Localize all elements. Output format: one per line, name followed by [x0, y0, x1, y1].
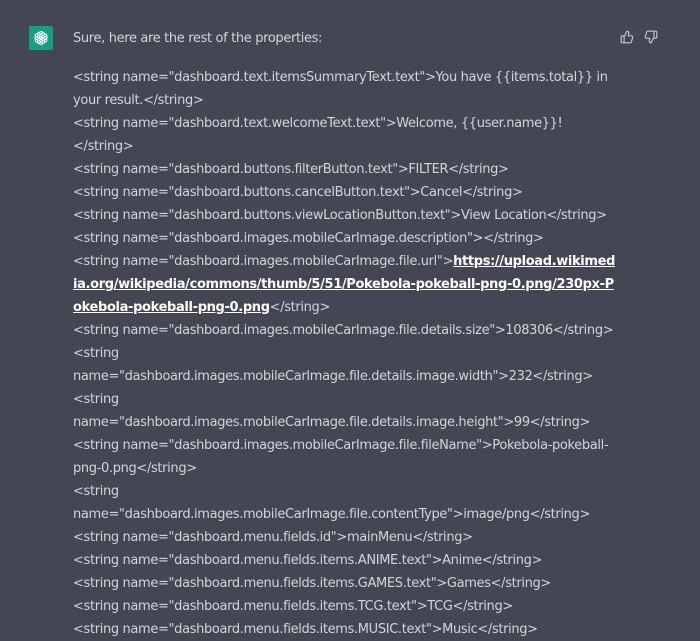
code-line: <string name="dashboard.menu.fields.item… — [73, 576, 551, 591]
message-content: Sure, here are the rest of the propertie… — [73, 27, 618, 641]
openai-logo-icon — [34, 30, 48, 46]
url-line-prefix: <string name="dashboard.images.mobileCar… — [73, 254, 454, 269]
thumbs-down-icon — [644, 30, 658, 44]
code-line: <string name="dashboard.text.welcomeText… — [73, 116, 563, 154]
assistant-message: Sure, here are the rest of the propertie… — [0, 0, 700, 637]
code-line: <string name="dashboard.buttons.filterBu… — [73, 162, 509, 177]
code-line-url: <string name="dashboard.images.mobileCar… — [73, 250, 618, 319]
code-line: <string name="dashboard.menu.fields.id">… — [73, 530, 473, 545]
code-line: <string name="dashboard.text.itemsSummar… — [73, 70, 608, 108]
code-line: <string name="dashboard.menu.fields.item… — [73, 553, 543, 568]
intro-text: Sure, here are the rest of the propertie… — [73, 31, 323, 46]
code-line: <string name="dashboard.images.mobileCar… — [73, 484, 590, 522]
thumbs-up-icon — [620, 30, 634, 44]
thumbs-down-button[interactable] — [642, 28, 660, 46]
code-line: <string name="dashboard.buttons.viewLoca… — [73, 208, 607, 223]
code-line: <string name="dashboard.menu.fields.item… — [73, 599, 513, 614]
code-line: <string name="dashboard.buttons.cancelBu… — [73, 185, 523, 200]
code-line: <string name="dashboard.images.mobileCar… — [73, 438, 609, 476]
url-line-suffix: </string> — [269, 300, 331, 315]
code-line: <string name="dashboard.menu.fields.item… — [73, 622, 538, 637]
code-line: <string name="dashboard.images.mobileCar… — [73, 392, 591, 430]
code-line: <string name="dashboard.images.mobileCar… — [73, 323, 614, 338]
assistant-avatar — [29, 26, 53, 50]
code-line: <string name="dashboard.images.mobileCar… — [73, 346, 593, 384]
feedback-controls — [618, 28, 660, 46]
thumbs-up-button[interactable] — [618, 28, 636, 46]
code-line: <string name="dashboard.images.mobileCar… — [73, 231, 544, 246]
